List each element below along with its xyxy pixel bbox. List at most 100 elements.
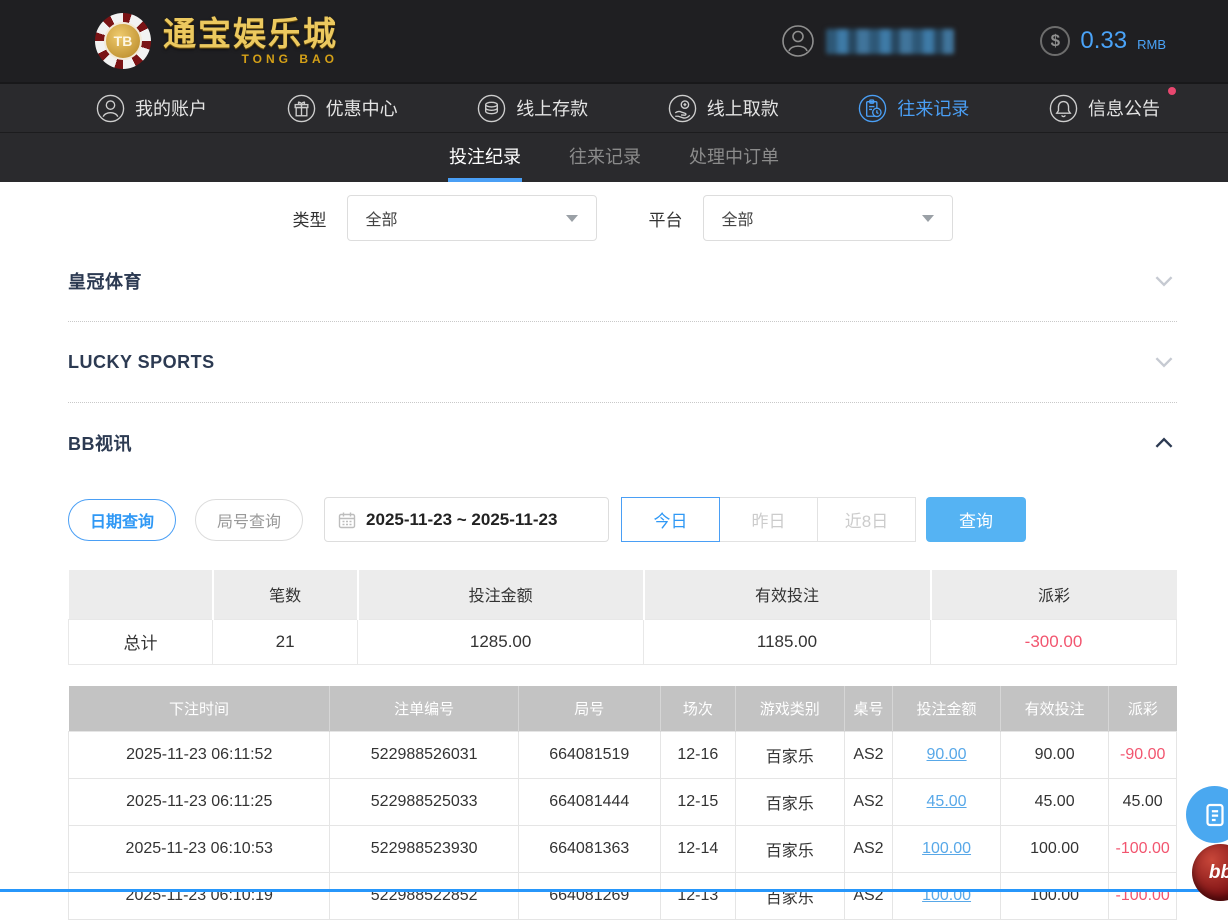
cell-valid-bet: 45.00 [1000,779,1109,826]
cell-table: AS2 [844,779,893,826]
account-icon [95,93,126,124]
summary-header-count: 笔数 [213,570,358,619]
bet-amount-link[interactable]: 100.00 [922,840,971,857]
balance-amount: 0.33 [1080,27,1127,55]
casino-chip-icon: TB [95,13,151,69]
topbar: TB 通宝娱乐城 TONG BAO $ 0.33 RMB [0,0,1228,82]
summary-header-valid-bet: 有效投注 [644,570,931,619]
cell-game: 百家乐 [736,826,845,873]
tab-bet-records[interactable]: 投注纪录 [448,133,522,182]
cell-round: 664081269 [518,873,660,920]
customer-service-button[interactable] [1186,786,1228,843]
search-button[interactable]: 查询 [926,497,1026,542]
date-query-button[interactable]: 日期查询 [68,499,176,541]
tab-label: 处理中订单 [689,143,779,169]
site-logo[interactable]: TB 通宝娱乐城 TONG BAO [95,13,338,69]
section-title: 皇冠体育 [68,268,142,294]
platform-filter-label: 平台 [649,206,683,231]
cell-bet-id: 522988526031 [330,732,518,779]
summary-header-bet-amount: 投注金额 [358,570,644,619]
cell-time: 2025-11-23 06:11:52 [69,732,330,779]
content: 类型 全部 平台 全部 皇冠体育 LUCKY SPORTS BB视讯 日期查询 [68,195,1177,920]
platform-select-value: 全部 [722,206,754,230]
bet-table: 下注时间 注单编号 局号 场次 游戏类别 桌号 投注金额 有效投注 派彩 202… [68,686,1177,920]
last-8-days-button[interactable]: 近8日 [817,497,916,542]
summary-payout: -300.00 [931,619,1177,664]
logo-title: 通宝娱乐城 [163,17,338,50]
col-header-payout: 派彩 [1109,686,1177,732]
deposit-icon [476,93,507,124]
main-nav: 我的账户 优惠中心 线上存款 线上取款 往来记录 [0,82,1228,132]
cell-time: 2025-11-23 06:10:19 [69,873,330,920]
nav-label: 往来记录 [897,95,969,121]
section-title: LUCKY SPORTS [68,352,215,373]
summary-valid-bet: 1185.00 [644,619,931,664]
cell-table: AS2 [844,826,893,873]
cell-valid-bet: 90.00 [1000,732,1109,779]
withdraw-icon [667,93,698,124]
user-info[interactable] [780,23,954,59]
nav-label: 我的账户 [135,95,207,121]
chevron-down-icon [1151,349,1177,375]
table-row: 2025-11-23 06:11:25 522988525033 6640814… [69,779,1177,826]
type-select-value: 全部 [366,206,398,230]
records-tabbar: 投注纪录 往来记录 处理中订单 [0,132,1228,182]
col-header-bet-amount: 投注金额 [893,686,1000,732]
gift-icon [286,93,317,124]
chevron-down-icon [922,215,934,222]
col-header-table: 桌号 [844,686,893,732]
col-header-bet-id: 注单编号 [330,686,518,732]
cell-bet-amount: 100.00 [893,873,1000,920]
section-crown-sports[interactable]: 皇冠体育 [68,241,1177,322]
tab-label: 投注纪录 [449,143,521,169]
balance[interactable]: $ 0.33 RMB [1040,26,1166,56]
tab-transaction-records[interactable]: 往来记录 [568,133,642,182]
cell-payout: -100.00 [1109,826,1177,873]
button-label: 昨日 [752,507,786,532]
nav-item-withdraw[interactable]: 线上取款 [667,93,779,124]
cell-bet-amount: 100.00 [893,826,1000,873]
summary-count: 21 [213,619,358,664]
cell-game: 百家乐 [736,779,845,826]
username-redacted [826,29,954,54]
platform-select[interactable]: 全部 [703,195,953,241]
bet-amount-link[interactable]: 45.00 [927,793,967,810]
col-header-valid-bet: 有效投注 [1000,686,1109,732]
nav-item-records[interactable]: 往来记录 [857,93,969,124]
nav-item-my-account[interactable]: 我的账户 [95,93,207,124]
nav-label: 优惠中心 [326,95,398,121]
cell-bet-amount: 45.00 [893,779,1000,826]
today-button[interactable]: 今日 [621,497,720,542]
platform-filter-group: 平台 全部 [649,195,953,241]
yesterday-button[interactable]: 昨日 [719,497,818,542]
date-range-input[interactable]: 2025-11-23 ~ 2025-11-23 [324,497,609,542]
summary-bet-amount: 1285.00 [358,619,644,664]
notification-dot [1168,87,1176,95]
balance-currency: RMB [1137,37,1166,52]
button-label: 局号查询 [217,508,281,532]
col-header-game: 游戏类别 [736,686,845,732]
section-lucky-sports[interactable]: LUCKY SPORTS [68,322,1177,403]
button-label: 日期查询 [90,508,154,532]
cell-payout: -100.00 [1109,873,1177,920]
bet-amount-link[interactable]: 90.00 [927,746,967,763]
button-label: 近8日 [845,507,888,532]
date-range-value: 2025-11-23 ~ 2025-11-23 [366,510,557,530]
user-icon [780,23,816,59]
topbar-right: $ 0.33 RMB [780,23,1166,59]
type-select[interactable]: 全部 [347,195,597,241]
cell-round: 664081519 [518,732,660,779]
nav-item-promotions[interactable]: 优惠中心 [286,93,398,124]
tab-pending-orders[interactable]: 处理中订单 [688,133,780,182]
cell-game: 百家乐 [736,873,845,920]
bb-app-button[interactable]: bb [1192,844,1228,901]
round-query-button[interactable]: 局号查询 [195,499,303,541]
cell-session: 12-13 [660,873,735,920]
cell-bet-id: 522988522852 [330,873,518,920]
section-bb-live[interactable]: BB视讯 [68,403,1177,483]
nav-item-deposit[interactable]: 线上存款 [476,93,588,124]
nav-item-announcements[interactable]: 信息公告 [1048,93,1160,124]
section-title: BB视讯 [68,430,132,456]
tab-label: 往来记录 [569,143,641,169]
chip-monogram: TB [104,22,142,60]
